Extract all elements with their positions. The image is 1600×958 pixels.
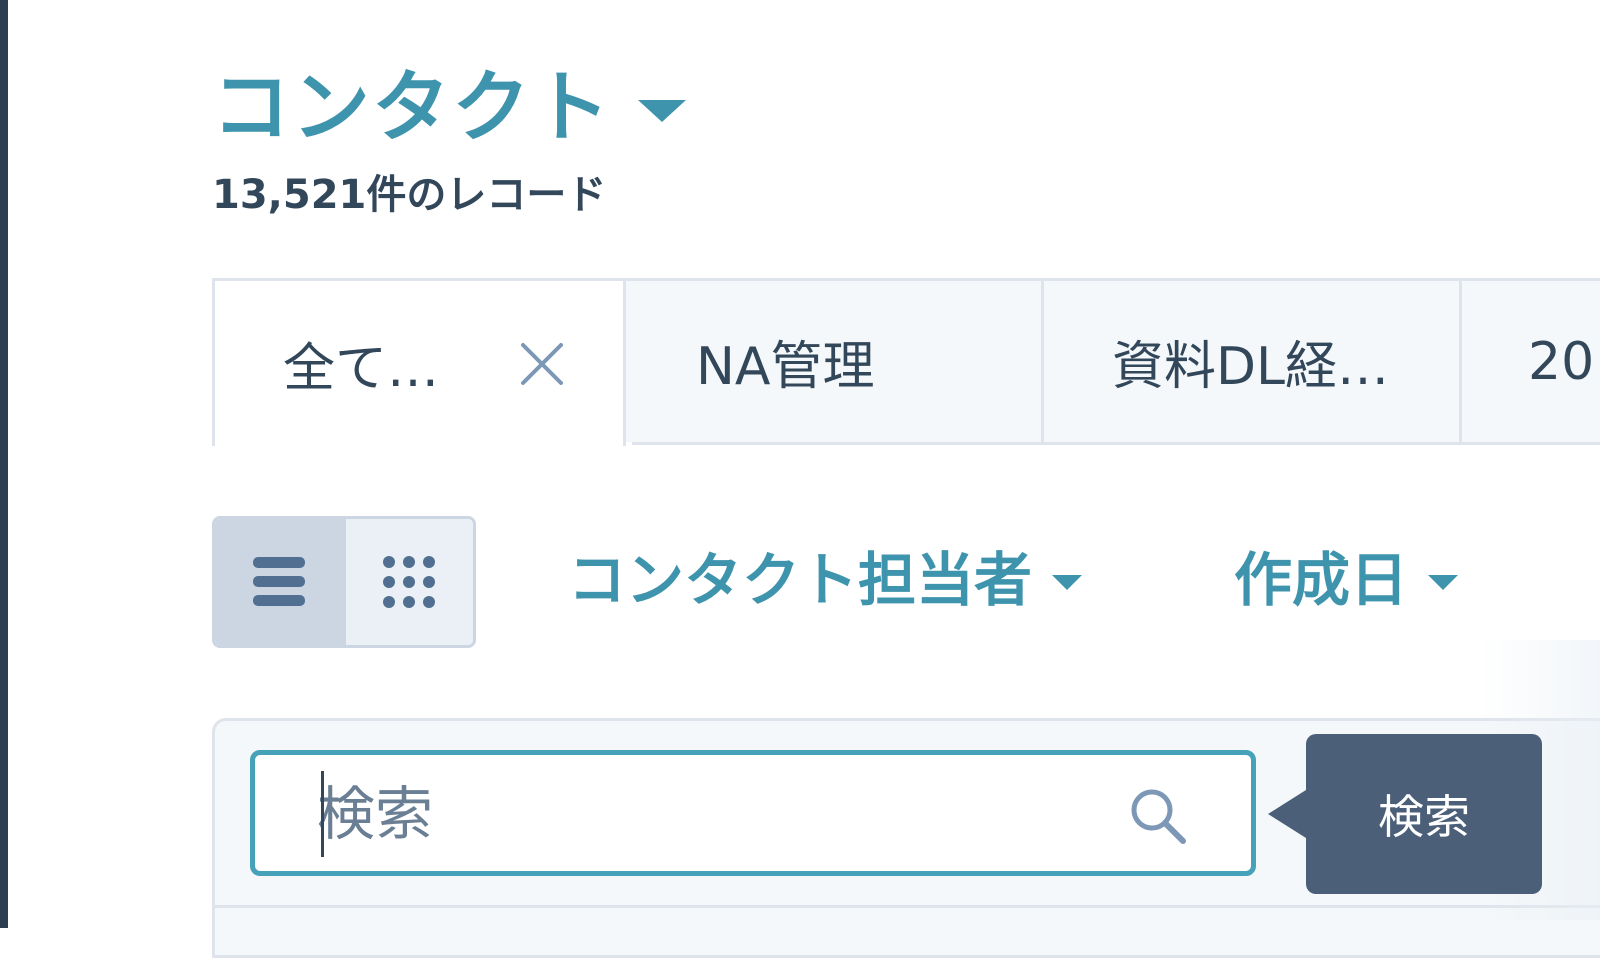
chevron-down-icon [1428,574,1459,590]
page-title[interactable]: コンタクト [212,58,612,158]
list-view-icon [252,557,305,606]
filter-created-date[interactable]: 作成日 [1234,540,1459,620]
tab-label: NA管理 [696,337,875,397]
search-icon[interactable] [1127,785,1189,847]
record-count: 13,521件のレコード [212,172,607,218]
filter-contact-owner[interactable]: コンタクト担当者 [568,540,1083,620]
filter-label: コンタクト担当者 [568,546,1033,614]
grid-view-button[interactable] [345,519,473,645]
tabs-bottom-border [632,442,1600,445]
filter-label: 作成日 [1234,546,1409,614]
tab-20[interactable]: 20 [1462,278,1600,442]
list-view-button[interactable] [215,519,346,645]
search-tooltip: 検索 [1268,734,1542,894]
left-edge-bar [0,0,8,928]
tab-label: 資料DL経… [1112,337,1390,397]
close-icon[interactable] [519,341,565,387]
search-input[interactable] [317,769,1097,859]
panel-divider [215,905,1600,908]
search-box[interactable] [250,750,1256,876]
tab-all[interactable]: 全て… [212,278,626,446]
view-mode-toggle [212,516,476,648]
tab-na-management[interactable]: NA管理 [626,278,1044,442]
chevron-down-icon [1052,574,1083,590]
tab-label: 全て… [283,339,440,399]
tab-document-download[interactable]: 資料DL経… [1044,278,1462,442]
object-switcher[interactable]: コンタクト [212,58,687,158]
title-caret-down-icon[interactable] [638,100,687,122]
tab-label: 20 [1528,331,1595,392]
view-tabs: 全て… NA管理 資料DL経… 20 [212,278,1600,446]
tooltip-text: 検索 [1378,790,1470,844]
text-cursor [321,771,324,857]
grid-view-icon [383,556,436,608]
